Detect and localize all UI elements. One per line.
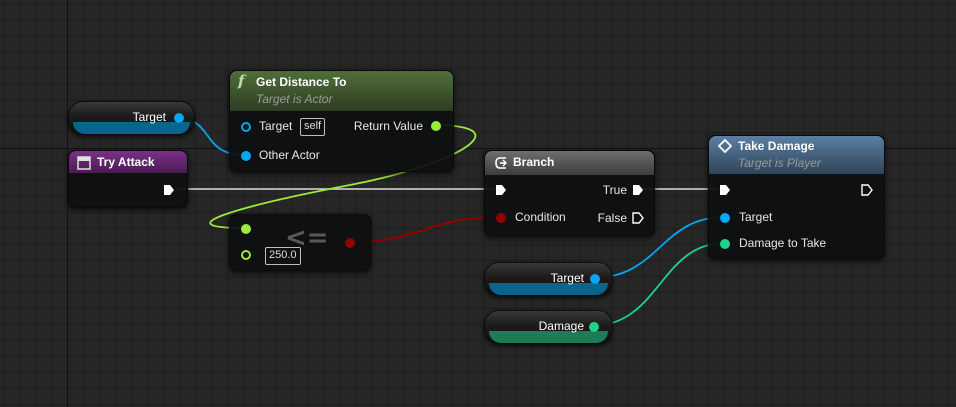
return-value-pin[interactable]: [431, 121, 441, 131]
take-damage-node[interactable]: Take Damage Target is Player Target Dama…: [708, 135, 885, 259]
exec-output-pin[interactable]: [163, 184, 175, 196]
less-equal-compare-node[interactable]: <= 250.0: [229, 214, 371, 271]
condition-input-pin[interactable]: [496, 213, 506, 223]
target-variable-node-2[interactable]: Target: [484, 262, 613, 296]
true-exec-pin[interactable]: [632, 184, 644, 196]
damage-input-pin[interactable]: [720, 239, 730, 249]
branch-node[interactable]: Branch True Condition False: [484, 150, 655, 236]
compare-input-b-pin[interactable]: [241, 250, 251, 260]
node-title: Take Damage: [738, 139, 815, 153]
node-subtitle: Target is Actor: [256, 92, 333, 106]
target-output-pin[interactable]: [590, 274, 600, 284]
node-subtitle: Target is Player: [738, 156, 821, 170]
node-title: Branch: [513, 155, 555, 169]
diamond-icon: [718, 139, 732, 153]
function-icon: f: [238, 72, 245, 90]
target-variable-label: Target: [132, 110, 166, 124]
other-actor-input-pin[interactable]: [241, 151, 251, 161]
var-glow: [73, 122, 190, 134]
try-attack-event-node[interactable]: Try Attack: [68, 150, 188, 208]
false-exec-pin[interactable]: [632, 212, 644, 224]
target-output-pin[interactable]: [174, 113, 184, 123]
branch-icon: [495, 157, 507, 169]
target-input-pin[interactable]: [720, 213, 730, 223]
node-title: Try Attack: [97, 155, 155, 169]
event-icon: [77, 156, 91, 170]
distance-threshold-field[interactable]: 250.0: [265, 247, 301, 265]
get-distance-to-node[interactable]: f Get Distance To Target is Actor Target…: [229, 70, 454, 172]
compare-input-a-pin[interactable]: [241, 224, 251, 234]
target-pin-label: Target: [259, 119, 293, 133]
bool-wire-compare-to-condition: [349, 216, 501, 243]
damage-variable-label: Damage: [538, 319, 584, 333]
return-value-label: Return Value: [353, 119, 423, 133]
self-default-box[interactable]: self: [300, 118, 326, 136]
node-title: Get Distance To: [256, 75, 347, 89]
condition-pin-label: Condition: [515, 210, 566, 224]
compare-output-pin[interactable]: [345, 238, 355, 248]
target-variable-node[interactable]: Target: [68, 101, 195, 135]
exec-input-pin[interactable]: [495, 184, 507, 196]
true-pin-label: True: [602, 183, 627, 197]
other-actor-label: Other Actor: [259, 148, 320, 162]
false-pin-label: False: [597, 211, 627, 225]
target-variable-label: Target: [550, 271, 584, 285]
target-input-pin[interactable]: [241, 122, 251, 132]
exec-output-pin[interactable]: [861, 184, 873, 196]
damage-variable-node[interactable]: Damage: [484, 310, 613, 344]
damage-pin-label: Damage to Take: [739, 236, 827, 250]
var-glow: [489, 283, 608, 295]
exec-input-pin[interactable]: [719, 184, 731, 196]
target-pin-label: Target: [739, 210, 773, 224]
node-header: [485, 151, 654, 175]
damage-output-pin[interactable]: [589, 322, 599, 332]
